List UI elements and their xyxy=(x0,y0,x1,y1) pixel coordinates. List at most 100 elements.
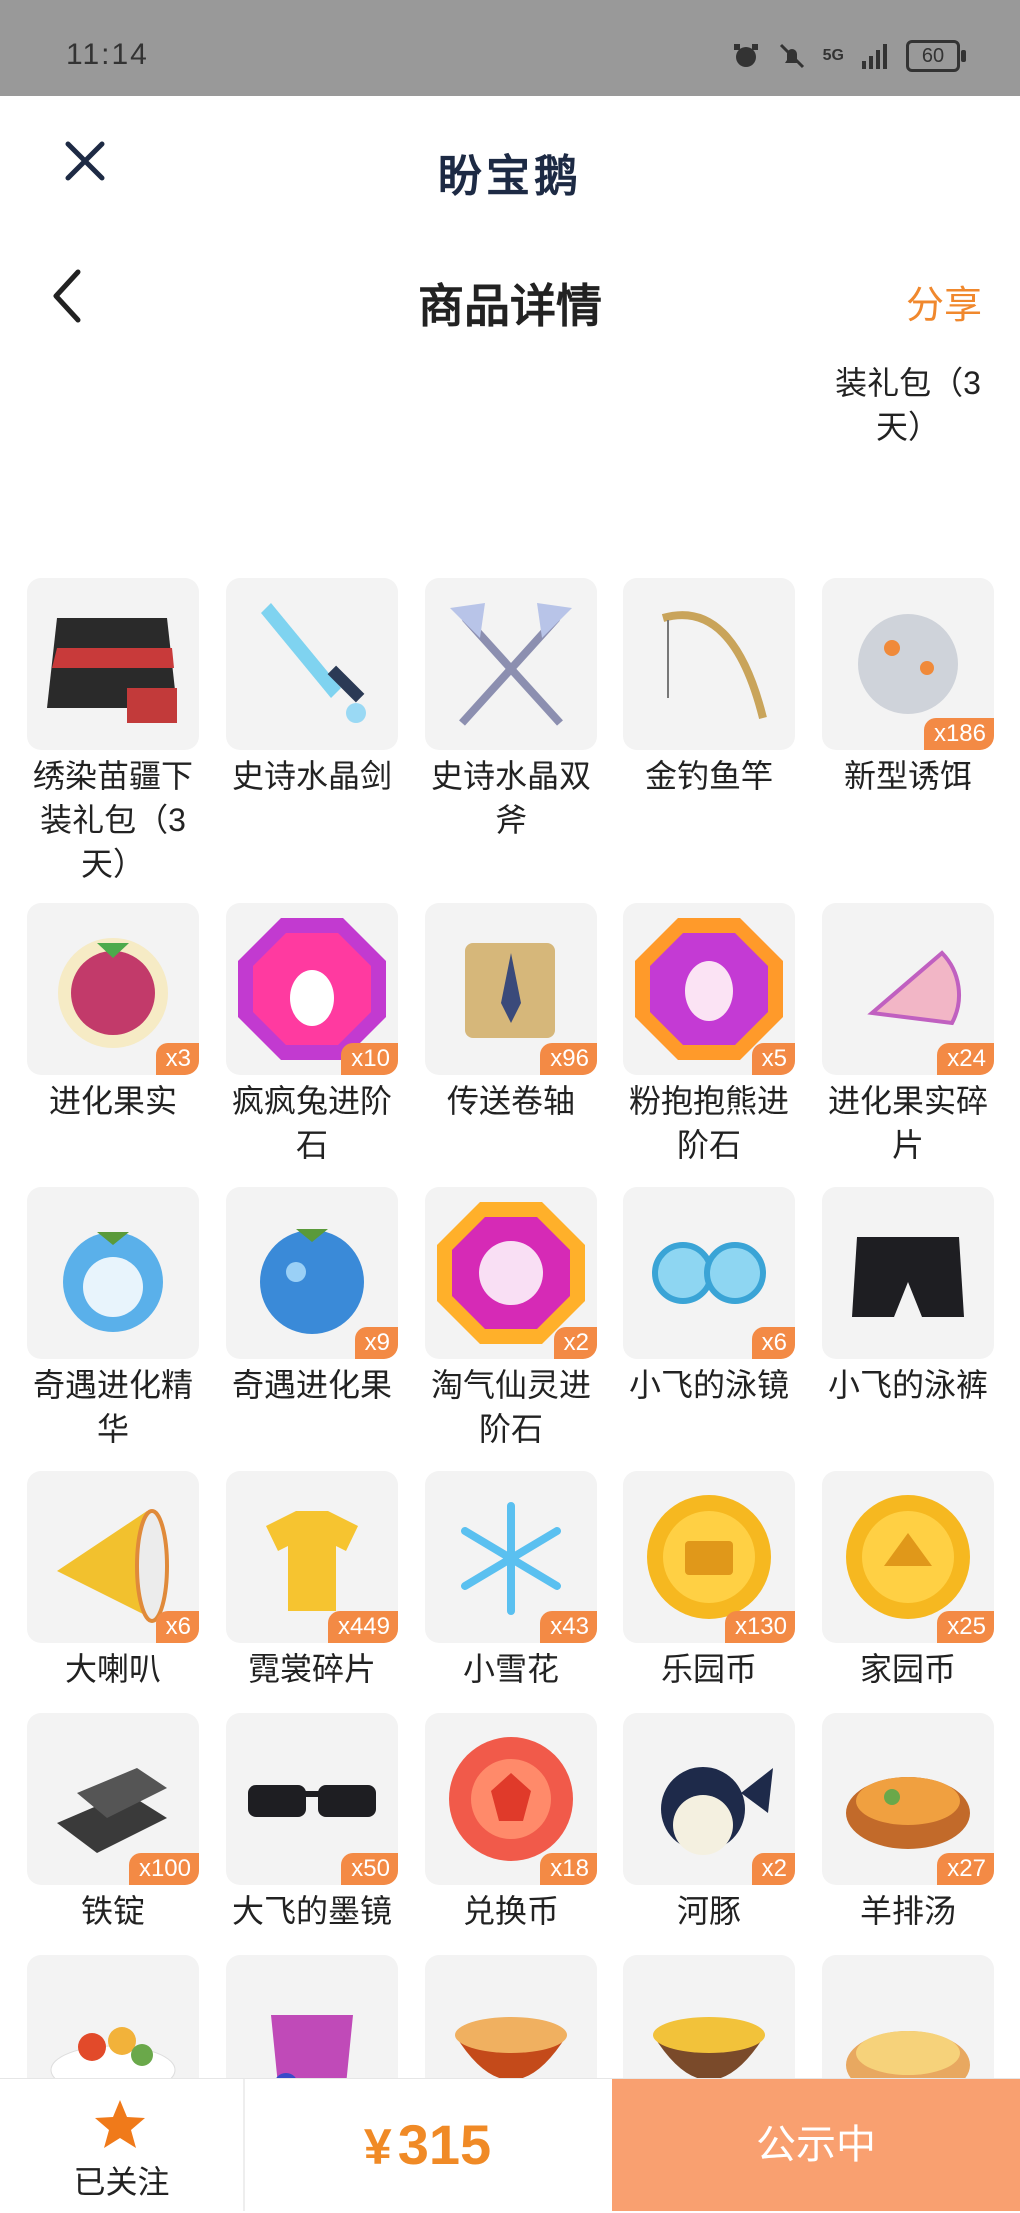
item-card[interactable]: 绣染苗疆上装礼包（3天） xyxy=(822,361,994,449)
page-title: 商品详情 xyxy=(418,280,602,332)
item-image: x10 xyxy=(226,903,398,1075)
item-card[interactable]: x18 兑换币 xyxy=(425,1713,597,1933)
salad-icon xyxy=(50,2027,176,2078)
item-image: x100 xyxy=(27,1713,199,1885)
stew-bowl-icon xyxy=(653,2017,765,2078)
item-card[interactable]: 史诗水晶剑 xyxy=(226,578,398,798)
item-image: x449 xyxy=(226,1471,398,1643)
item-image xyxy=(425,578,597,750)
item-image: x186 xyxy=(822,578,994,750)
item-name: 大飞的墨镜 xyxy=(231,1893,392,1929)
item-image: x5 xyxy=(623,903,795,1075)
item-count-badge: x9 xyxy=(354,1327,398,1359)
item-card[interactable]: 奇遇进化精华 xyxy=(27,1187,199,1451)
crystal-axes-icon xyxy=(450,603,572,726)
item-name: 金钓鱼竿 xyxy=(644,758,773,794)
item-count-badge: x6 xyxy=(155,1611,199,1643)
item-card[interactable]: x6 小飞的泳镜 xyxy=(623,1187,795,1407)
item-count-badge: x43 xyxy=(540,1611,597,1643)
item-name: 河豚 xyxy=(676,1893,741,1929)
signal-icon xyxy=(862,44,887,69)
item-name: 史诗水晶剑 xyxy=(231,758,392,794)
item-name: 铁锭 xyxy=(80,1893,145,1929)
item-card[interactable]: x43 小雪花 xyxy=(425,1471,597,1691)
item-count-badge: x6 xyxy=(751,1327,795,1359)
item-card[interactable]: x3 进化果实 xyxy=(27,903,199,1123)
item-card[interactable]: 绣染苗疆下装礼包（3天） xyxy=(27,578,199,886)
item-image xyxy=(623,578,795,750)
price-value: 315 xyxy=(397,2113,492,2176)
item-name: 奇遇进化精华 xyxy=(32,1367,193,1447)
item-image: x50 xyxy=(226,1713,398,1885)
item-name: 疯疯兔进阶石 xyxy=(231,1083,392,1163)
nav-bar: 商品详情 分享 xyxy=(0,236,1020,361)
item-card[interactable] xyxy=(822,1955,994,2078)
item-card[interactable] xyxy=(27,1955,199,2078)
item-card[interactable]: x186 新型诱饵 xyxy=(822,578,994,798)
mute-bell-icon xyxy=(779,43,804,69)
item-card[interactable]: x130 乐园币 xyxy=(623,1471,795,1691)
item-card[interactable]: 金钓鱼竿 xyxy=(623,578,795,798)
item-name: 大喇叭 xyxy=(64,1651,161,1687)
item-name: 绣染苗疆上装礼包（3天） xyxy=(835,365,981,445)
share-button[interactable]: 分享 xyxy=(906,274,982,329)
item-image: x6 xyxy=(27,1471,199,1643)
item-card[interactable]: x10 疯疯兔进阶石 xyxy=(226,903,398,1167)
item-count-badge: x96 xyxy=(540,1043,597,1075)
item-card[interactable]: x449 霓裳碎片 xyxy=(226,1471,398,1691)
item-image xyxy=(822,1187,994,1359)
item-image: x2 xyxy=(623,1713,795,1885)
status-bar: 11:14 5G 60 xyxy=(0,0,1020,96)
item-card[interactable]: x96 传送卷轴 xyxy=(425,903,597,1123)
item-name: 绣染苗疆下装礼包（3天） xyxy=(32,758,193,882)
item-image: x2 xyxy=(425,1187,597,1359)
item-count-badge: x25 xyxy=(937,1611,994,1643)
status-icons: 5G 60 xyxy=(731,40,966,72)
item-card[interactable]: x24 进化果实碎片 xyxy=(822,903,994,1167)
item-count-badge: x2 xyxy=(751,1853,795,1885)
item-image: x24 xyxy=(822,903,994,1075)
adventure-essence-icon xyxy=(63,1232,163,1332)
item-image: x9 xyxy=(226,1187,398,1359)
item-card[interactable]: x25 家园币 xyxy=(822,1471,994,1691)
item-card[interactable]: x2 河豚 xyxy=(623,1713,795,1933)
item-image: x3 xyxy=(27,903,199,1075)
item-image xyxy=(425,1955,597,2078)
item-image: x25 xyxy=(822,1471,994,1643)
item-card[interactable]: x50 大飞的墨镜 xyxy=(226,1713,398,1933)
item-name: 史诗水晶双斧 xyxy=(430,758,591,838)
item-count-badge: x50 xyxy=(341,1853,398,1885)
item-count-badge: x5 xyxy=(751,1043,795,1075)
gift-skirt-icon xyxy=(47,618,177,723)
item-name: 小飞的泳镜 xyxy=(628,1367,789,1403)
item-image xyxy=(27,578,199,750)
soup-bowl-icon xyxy=(455,2017,567,2078)
status-button[interactable]: 公示中 xyxy=(612,2079,1020,2211)
item-card[interactable]: x100 铁锭 xyxy=(27,1713,199,1933)
item-card[interactable]: x2 淘气仙灵进阶石 xyxy=(425,1187,597,1451)
currency-symbol: ¥ xyxy=(363,2119,392,2175)
item-name: 进化果实 xyxy=(48,1083,177,1119)
item-name: 小飞的泳裤 xyxy=(827,1367,988,1403)
item-name: 淘气仙灵进阶石 xyxy=(430,1367,591,1447)
item-card[interactable] xyxy=(226,1955,398,2078)
item-card[interactable] xyxy=(425,1955,597,2078)
swim-shorts-icon xyxy=(852,1237,964,1317)
item-count-badge: x27 xyxy=(937,1853,994,1885)
noodle-bowl-icon xyxy=(846,2031,970,2078)
item-name: 传送卷轴 xyxy=(446,1083,575,1119)
app-bar: 盼宝鹅 xyxy=(0,96,1020,236)
item-card[interactable]: 小飞的泳裤 xyxy=(822,1187,994,1407)
item-image: x43 xyxy=(425,1471,597,1643)
follow-button[interactable]: 已关注 xyxy=(0,2079,245,2211)
item-card[interactable]: x5 粉抱抱熊进阶石 xyxy=(623,903,795,1167)
item-card[interactable]: x9 奇遇进化果 xyxy=(226,1187,398,1407)
item-card[interactable]: x27 羊排汤 xyxy=(822,1713,994,1933)
item-card[interactable] xyxy=(623,1955,795,2078)
item-count-badge: x3 xyxy=(155,1043,199,1075)
bottom-bar: 已关注 ¥315 公示中 xyxy=(0,2078,1020,2211)
item-card[interactable]: 史诗水晶双斧 xyxy=(425,578,597,842)
item-grid: x364魔法奶酪水袋蓝珊瑚摆件x23小喇叭绣染苗疆上装礼包（3天）绣染苗疆下装礼… xyxy=(0,361,1020,2078)
item-card[interactable]: x6 大喇叭 xyxy=(27,1471,199,1691)
item-name: 乐园币 xyxy=(660,1651,757,1687)
